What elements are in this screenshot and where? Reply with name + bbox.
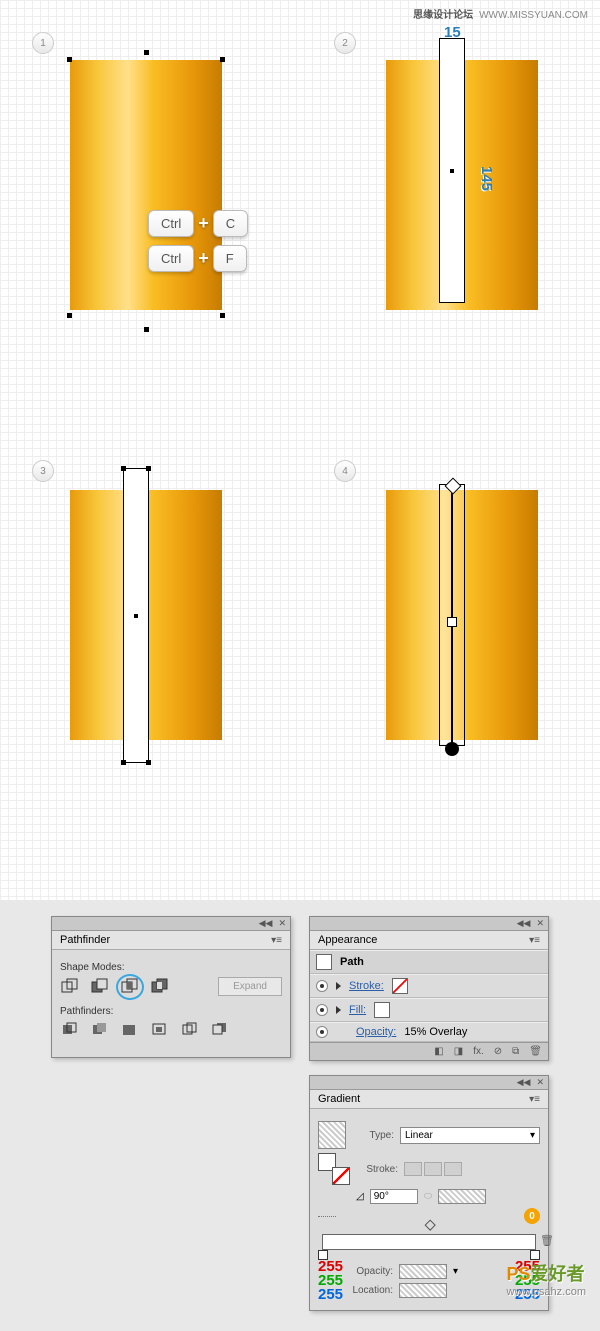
cylinder-step2: 15 145 <box>386 60 538 330</box>
fill-swatch[interactable] <box>374 1002 390 1018</box>
key-c: C <box>213 210 248 237</box>
stop-location-input[interactable] <box>399 1283 447 1298</box>
opacity-label: Opacity: <box>351 1266 393 1277</box>
visibility-icon[interactable] <box>316 1004 328 1016</box>
appearance-stroke-row[interactable]: Stroke: <box>310 974 548 998</box>
pathfinders-label: Pathfinders: <box>60 1006 282 1017</box>
panel-menu-icon[interactable]: ▾≡ <box>529 935 540 946</box>
stroke-gradient-type[interactable] <box>404 1162 462 1176</box>
unite-icon[interactable] <box>60 978 80 996</box>
plus-icon: + <box>198 213 209 234</box>
watermark-bottom: PS爱好者 www.psahz.com <box>507 1260 586 1298</box>
key-f: F <box>213 245 247 272</box>
stroke-label: Stroke: <box>356 1164 398 1175</box>
aspect-input[interactable] <box>438 1189 486 1204</box>
appearance-footer: ◧ ◨ fx. ⊘ ⧉ 🗑 <box>310 1042 548 1060</box>
expand-icon[interactable] <box>336 982 341 990</box>
cylinder-step3 <box>70 490 222 760</box>
step-badge-4: 4 <box>334 460 356 482</box>
appearance-path-row[interactable]: Path <box>310 950 548 974</box>
trash-icon[interactable]: 🗑 <box>529 1046 542 1057</box>
key-ctrl: Ctrl <box>148 245 194 272</box>
new-stroke-icon[interactable]: ◨ <box>454 1046 463 1057</box>
gradient-stop-left[interactable] <box>318 1250 328 1260</box>
trash-icon[interactable]: 🗑 <box>540 1234 554 1247</box>
trim-icon[interactable] <box>90 1021 110 1039</box>
divide-icon[interactable] <box>60 1021 80 1039</box>
panel-title: Pathfinder <box>60 934 110 946</box>
panel-tabs[interactable]: ◀◀✕ <box>310 1076 548 1090</box>
visibility-icon[interactable] <box>316 980 328 992</box>
step-badge-2: 2 <box>334 32 356 54</box>
visibility-icon[interactable] <box>316 1026 328 1038</box>
stroke-label[interactable]: Stroke: <box>349 980 384 992</box>
exclude-icon[interactable] <box>150 978 170 996</box>
watermark-top: 思缘设计论坛WWW.MISSYUAN.COM <box>413 6 588 21</box>
white-rectangle <box>439 38 465 303</box>
intersect-icon[interactable] <box>120 978 140 996</box>
crop-icon[interactable] <box>150 1021 170 1039</box>
merge-icon[interactable] <box>120 1021 140 1039</box>
panel-title: Appearance <box>318 934 377 946</box>
expand-icon[interactable] <box>336 1006 341 1014</box>
type-label: Type: <box>352 1130 394 1141</box>
fx-button[interactable]: fx. <box>473 1046 484 1057</box>
rgb-left: 255 255 255 <box>318 1260 343 1302</box>
appearance-panel: ◀◀✕ Appearance ▾≡ Path Stroke: <box>309 916 549 1061</box>
step-badge-3: 3 <box>32 460 54 482</box>
clear-icon[interactable]: ⊘ <box>494 1046 502 1057</box>
cylinder-step1: Ctrl + C Ctrl + F <box>70 60 222 330</box>
outline-icon[interactable] <box>180 1021 200 1039</box>
angle-icon: ◿ <box>356 1191 364 1202</box>
panel-tabs[interactable]: ◀◀✕ <box>310 917 548 931</box>
angle-input[interactable] <box>370 1189 418 1204</box>
zero-badge: 0 <box>524 1208 540 1224</box>
panel-menu-icon[interactable]: ▾≡ <box>271 935 282 946</box>
minus-front-icon[interactable] <box>90 978 110 996</box>
fill-stroke-swatches[interactable] <box>318 1153 350 1185</box>
link-icon <box>318 1216 336 1217</box>
tutorial-grid: 思缘设计论坛WWW.MISSYUAN.COM 1 2 3 4 Ctrl + C … <box>0 0 600 900</box>
path-thumb-icon <box>316 954 332 970</box>
panel-tabs[interactable]: ◀◀✕ <box>52 917 290 931</box>
gradient-slider[interactable]: 🗑 <box>322 1234 536 1250</box>
gradient-type-select[interactable]: Linear▾ <box>400 1127 540 1144</box>
plus-icon: + <box>198 248 209 269</box>
dimension-width: 15 <box>444 24 461 41</box>
minus-back-icon[interactable] <box>210 1021 230 1039</box>
panel-menu-icon[interactable]: ▾≡ <box>529 1094 540 1105</box>
appearance-opacity-row[interactable]: Opacity: 15% Overlay <box>310 1022 548 1042</box>
keyboard-shortcuts: Ctrl + C Ctrl + F <box>148 210 248 280</box>
white-rectangle <box>123 468 149 763</box>
gradient-annotator <box>449 484 455 750</box>
step-badge-1: 1 <box>32 32 54 54</box>
opacity-label[interactable]: Opacity: <box>356 1026 396 1038</box>
shape-modes-label: Shape Modes: <box>60 962 282 973</box>
new-fill-icon[interactable]: ◧ <box>434 1046 443 1057</box>
duplicate-icon[interactable]: ⧉ <box>512 1046 519 1057</box>
gradient-stop-right[interactable] <box>530 1250 540 1260</box>
cylinder-step4 <box>386 490 538 760</box>
expand-button[interactable]: Expand <box>218 977 282 996</box>
location-label: Location: <box>351 1285 393 1296</box>
opacity-value: 15% Overlay <box>404 1026 467 1038</box>
pathfinder-panel: ◀◀✕ Pathfinder ▾≡ Shape Modes: Expand Pa… <box>51 916 291 1058</box>
gradient-preview[interactable] <box>318 1121 346 1149</box>
stop-opacity-input[interactable] <box>399 1264 447 1279</box>
fill-label[interactable]: Fill: <box>349 1004 366 1016</box>
panel-title: Gradient <box>318 1093 360 1105</box>
appearance-fill-row[interactable]: Fill: <box>310 998 548 1022</box>
key-ctrl: Ctrl <box>148 210 194 237</box>
no-stroke-swatch[interactable] <box>392 978 408 994</box>
dimension-height: 145 <box>478 166 495 191</box>
aspect-icon: ⬭ <box>424 1191 433 1202</box>
